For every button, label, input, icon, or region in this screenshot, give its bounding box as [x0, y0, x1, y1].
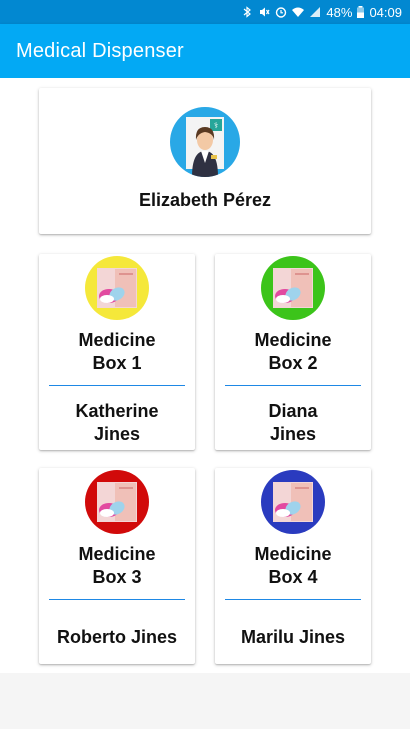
medicine-box-1-card[interactable]: Medicine Box 1 Katherine Jines: [39, 254, 195, 450]
divider: [49, 385, 185, 386]
box-owner: Roberto Jines: [56, 627, 178, 647]
svg-text:⚕: ⚕: [214, 121, 218, 130]
box-owner-line2: Jines: [93, 424, 141, 444]
pill-box-icon: [85, 470, 149, 534]
box-title-line1: Medicine: [254, 544, 332, 564]
box-owner-line2: Jines: [269, 424, 317, 444]
box-owner: Marilu Jines: [240, 627, 346, 647]
bottom-area: [0, 673, 410, 729]
profile-name: Elizabeth Pérez: [138, 190, 272, 210]
battery-icon: [357, 6, 365, 18]
status-bar: 48% 04:09: [0, 0, 410, 24]
doctor-avatar-icon: ⚕: [170, 107, 240, 177]
box-title-line2: Box 2: [268, 353, 318, 373]
profile-card[interactable]: ⚕ Elizabeth Pérez: [39, 88, 371, 234]
mute-icon: [260, 7, 270, 17]
box-owner-line1: Katherine: [75, 401, 159, 421]
box-title-line1: Medicine: [254, 330, 332, 350]
divider: [225, 599, 361, 600]
box-title: Medicine Box 3: [39, 543, 195, 589]
medicine-box-2-card[interactable]: Medicine Box 2 Diana Jines: [215, 254, 371, 450]
main-content: ⚕ Elizabeth Pérez Medicine Box 1 Katheri…: [0, 78, 410, 673]
battery-percent: 48%: [326, 4, 353, 20]
wifi-icon: [292, 7, 305, 17]
box-title-line1: Medicine: [78, 544, 156, 564]
divider: [49, 599, 185, 600]
box-title: Medicine Box 2: [215, 329, 371, 375]
alarm-icon: [276, 7, 287, 18]
medicine-box-4-card[interactable]: Medicine Box 4 Marilu Jines: [215, 468, 371, 664]
pill-box-icon: [261, 470, 325, 534]
pill-box-icon: [85, 256, 149, 320]
box-title: Medicine Box 1: [39, 329, 195, 375]
box-title-line2: Box 4: [268, 567, 318, 587]
bluetooth-icon: [244, 6, 252, 18]
app-bar: Medical Dispenser: [0, 24, 410, 78]
medicine-box-3-card[interactable]: Medicine Box 3 Roberto Jines: [39, 468, 195, 664]
divider: [225, 385, 361, 386]
box-owner: Diana Jines: [215, 400, 371, 446]
box-title-line2: Box 3: [92, 567, 142, 587]
box-title-line1: Medicine: [78, 330, 156, 350]
box-owner-line1: Diana: [268, 401, 318, 421]
box-owner: Katherine Jines: [39, 400, 195, 446]
clock: 04:09: [369, 4, 402, 20]
box-title-line2: Box 1: [92, 353, 142, 373]
box-title: Medicine Box 4: [215, 543, 371, 589]
signal-icon: [310, 7, 321, 17]
pill-box-icon: [261, 256, 325, 320]
app-title: Medical Dispenser: [16, 39, 184, 62]
